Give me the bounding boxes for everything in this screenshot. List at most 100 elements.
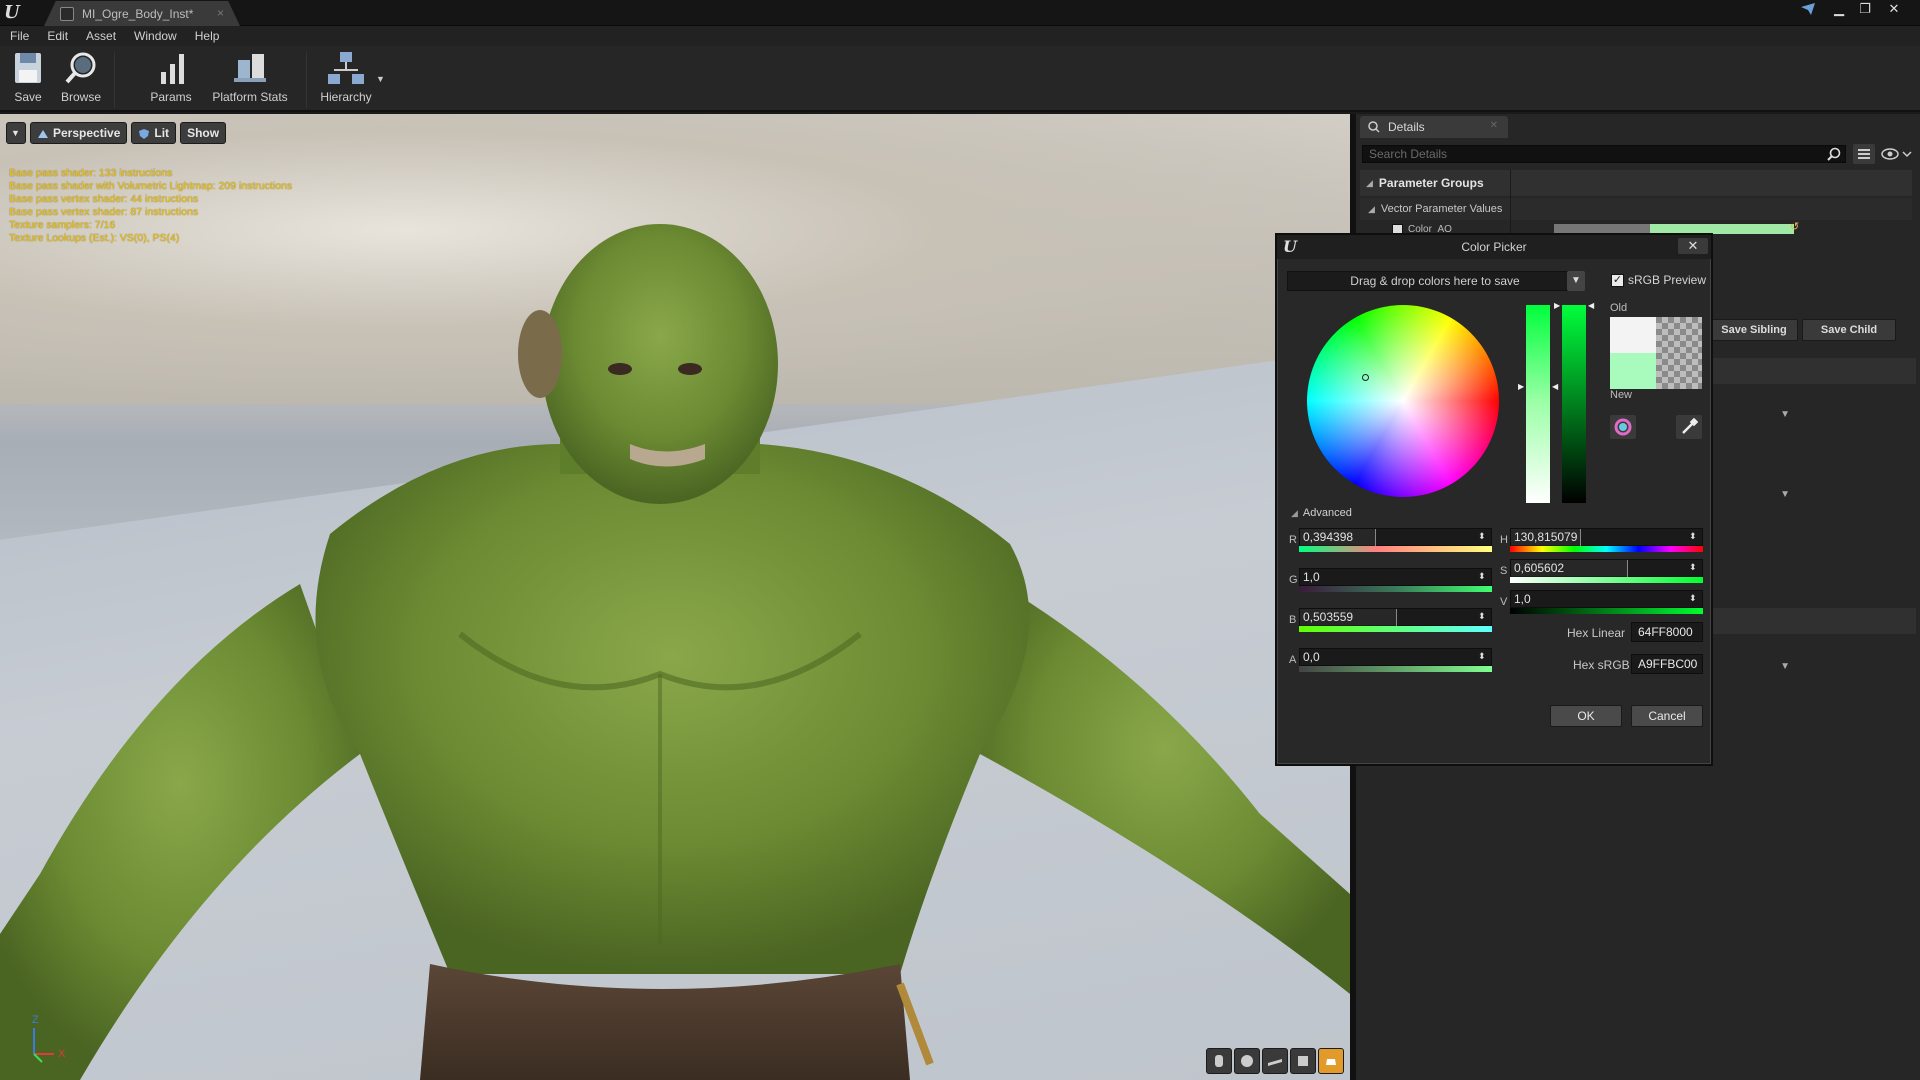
reset-to-default-icon[interactable]: ↺	[1790, 220, 1800, 233]
spin-arrow-icon[interactable]: ⬍	[1689, 593, 1699, 605]
shader-stats: Base pass shader: 133 instructions Base …	[9, 167, 292, 245]
lit-label: Lit	[154, 126, 170, 140]
red-channel-input[interactable]: 0,394398	[1299, 528, 1492, 547]
notification-icon[interactable]	[1798, 2, 1818, 18]
asset-tab[interactable]: MI_Ogre_Body_Inst* ×	[44, 1, 240, 26]
color-wheel-mode-icon[interactable]	[1610, 415, 1636, 439]
perspective-button[interactable]: Perspective	[30, 122, 128, 144]
view-options-icon[interactable]	[1853, 144, 1875, 164]
tab-close-icon[interactable]: ×	[217, 6, 224, 20]
save-button[interactable]: Save	[8, 50, 48, 108]
saturation-label: S	[1500, 565, 1508, 577]
sphere-preview-icon[interactable]	[1234, 1048, 1260, 1074]
cube-preview-icon[interactable]	[1290, 1048, 1316, 1074]
new-color-label: New	[1610, 389, 1633, 401]
color-picker-titlebar[interactable]: U Color Picker ✕	[1277, 235, 1711, 259]
details-tab-close-icon[interactable]: ✕	[1490, 120, 1498, 131]
search-icon[interactable]	[1826, 147, 1842, 161]
asset-tab-label: MI_Ogre_Body_Inst*	[82, 6, 194, 21]
hue-field[interactable]: H 130,815079 ⬍	[1500, 528, 1703, 552]
srgb-preview-toggle[interactable]: ✓ sRGB Preview	[1611, 273, 1706, 287]
ok-button[interactable]: OK	[1550, 705, 1622, 727]
saturation-gradient	[1510, 577, 1703, 583]
material-preview-viewport[interactable]: ▼ Perspective Lit Show Base pass shader:…	[0, 114, 1350, 1080]
hex-srgb-input[interactable]: A9FFBC00	[1631, 654, 1703, 674]
property-dropdown[interactable]: ▼	[1714, 406, 1794, 424]
params-button[interactable]: Params	[148, 50, 194, 108]
eye-visibility-icon[interactable]	[1880, 146, 1914, 162]
saturation-slider-left-handle[interactable]: ▶	[1518, 382, 1526, 391]
menu-help[interactable]: Help	[195, 29, 220, 43]
saturation-slider[interactable]	[1526, 305, 1550, 503]
menu-window[interactable]: Window	[134, 29, 177, 43]
color-themes-dropdown-icon[interactable]: ▼	[1567, 271, 1585, 291]
blue-channel-input[interactable]: 0,503559	[1299, 608, 1492, 627]
close-window-button[interactable]: ✕	[1884, 1, 1904, 17]
green-channel-label: G	[1289, 574, 1298, 586]
color-picker-close-button[interactable]: ✕	[1678, 238, 1708, 254]
viewport-options-button[interactable]: ▼	[6, 122, 26, 144]
cylinder-preview-icon[interactable]	[1206, 1048, 1232, 1074]
save-child-button[interactable]: Save Child	[1802, 319, 1896, 341]
toolbar-separator	[306, 52, 307, 108]
hue-input[interactable]: 130,815079	[1510, 528, 1703, 547]
blue-channel-field[interactable]: B 0,503559 ⬍	[1289, 608, 1492, 632]
saturation-slider-right-handle[interactable]: ◀	[1552, 382, 1560, 391]
spin-arrow-icon[interactable]: ⬍	[1478, 571, 1488, 583]
saturation-field[interactable]: S 0,605602 ⬍	[1500, 559, 1703, 583]
parameter-groups-header[interactable]: ◢ Parameter Groups	[1360, 170, 1912, 196]
red-channel-label: R	[1289, 534, 1297, 546]
save-sibling-button[interactable]: Save Sibling	[1710, 319, 1798, 341]
value-slider-right-handle[interactable]: ◀	[1588, 301, 1596, 310]
new-color-swatch	[1610, 353, 1656, 389]
advanced-label: Advanced	[1302, 507, 1352, 519]
value-field[interactable]: V 1,0 ⬍	[1500, 590, 1703, 614]
property-dropdown[interactable]: ▼	[1714, 486, 1794, 504]
details-tab[interactable]: Details ✕	[1360, 116, 1508, 138]
stat-line: Texture Lookups (Est.): VS(0), PS(4)	[9, 232, 180, 244]
vector-parameter-values-row[interactable]: ◢ Vector Parameter Values	[1360, 198, 1912, 220]
plane-preview-icon[interactable]	[1262, 1048, 1288, 1074]
value-input[interactable]: 1,0	[1510, 590, 1703, 608]
alpha-preview-swatch	[1656, 317, 1702, 389]
menu-edit[interactable]: Edit	[47, 29, 68, 43]
show-button[interactable]: Show	[180, 122, 227, 144]
hierarchy-dropdown-icon[interactable]: ▼	[376, 74, 385, 84]
search-details-input[interactable]: Search Details	[1362, 145, 1846, 163]
property-dropdown[interactable]: ▼	[1714, 658, 1794, 676]
lit-shield-icon	[138, 128, 150, 139]
hierarchy-button[interactable]: Hierarchy	[318, 50, 374, 108]
menu-file[interactable]: File	[10, 29, 29, 43]
teapot-preview-icon[interactable]	[1318, 1048, 1344, 1074]
spin-arrow-icon[interactable]: ⬍	[1478, 651, 1488, 663]
spin-arrow-icon[interactable]: ⬍	[1478, 611, 1488, 623]
eyedropper-icon[interactable]	[1676, 415, 1702, 439]
minimize-button[interactable]: ▁	[1829, 1, 1849, 17]
value-slider[interactable]	[1562, 305, 1586, 503]
color-wheel-selector[interactable]	[1362, 374, 1369, 381]
lit-button[interactable]: Lit	[131, 122, 177, 144]
green-channel-field[interactable]: G 1,0 ⬍	[1289, 568, 1492, 592]
value-slider-left-handle[interactable]: ▶	[1554, 301, 1562, 310]
green-channel-input[interactable]: 1,0	[1299, 568, 1492, 586]
color-theme-dropzone[interactable]: Drag & drop colors here to save	[1287, 271, 1583, 291]
advanced-section-toggle[interactable]: ◢ Advanced	[1291, 507, 1352, 519]
spin-arrow-icon[interactable]: ⬍	[1478, 531, 1488, 543]
srgb-preview-checkbox[interactable]: ✓	[1611, 273, 1624, 287]
green-channel-value: 1,0	[1303, 570, 1320, 584]
browse-button[interactable]: Browse	[58, 50, 104, 108]
alpha-channel-input[interactable]: 0,0	[1299, 648, 1492, 666]
spin-arrow-icon[interactable]: ⬍	[1689, 562, 1699, 574]
platform-stats-button[interactable]: Platform Stats	[208, 50, 292, 108]
restore-button[interactable]: ❐	[1855, 1, 1875, 17]
red-channel-field[interactable]: R 0,394398 ⬍	[1289, 528, 1492, 552]
cancel-button[interactable]: Cancel	[1631, 705, 1703, 727]
hex-linear-input[interactable]: 64FF8000	[1631, 622, 1703, 642]
blue-channel-value: 0,503559	[1303, 610, 1354, 624]
color-wheel[interactable]	[1307, 305, 1499, 497]
menu-asset[interactable]: Asset	[86, 29, 116, 43]
spin-arrow-icon[interactable]: ⬍	[1689, 531, 1699, 543]
toolbar: Save Browse Params Platform Stats Hierar…	[0, 46, 1920, 112]
alpha-channel-field[interactable]: A 0,0 ⬍	[1289, 648, 1492, 672]
saturation-input[interactable]: 0,605602	[1510, 559, 1703, 578]
